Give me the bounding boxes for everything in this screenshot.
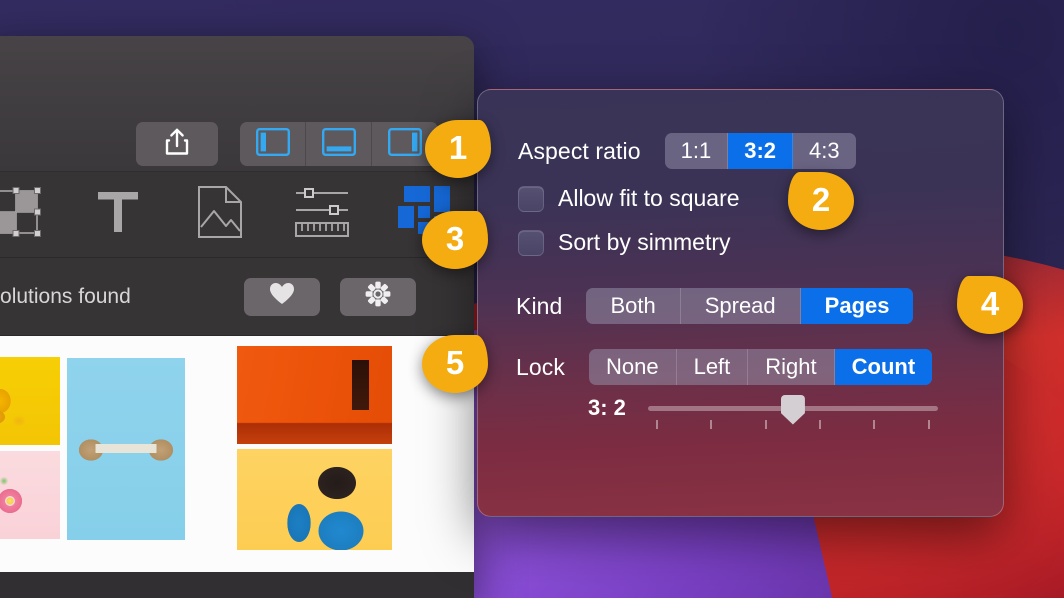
aspect-ratio-option-4-3[interactable]: 4:3 xyxy=(793,133,856,169)
aspect-ratio-row: Aspect ratio 1:1 3:2 4:3 xyxy=(518,133,856,169)
kind-row: Kind Both Spread Pages xyxy=(516,288,914,324)
screen: Export xyxy=(0,0,1064,598)
aspect-ratio-segmented-control: 1:1 3:2 4:3 xyxy=(664,133,856,169)
left-sidebar-toggle[interactable] xyxy=(240,122,306,166)
image-tool[interactable] xyxy=(192,185,248,244)
image-placeholder-icon xyxy=(196,185,244,244)
panel-left-icon xyxy=(255,127,290,161)
adjust-tool[interactable] xyxy=(294,187,350,243)
lock-option-none[interactable]: None xyxy=(589,349,677,385)
kind-segmented-control: Both Spread Pages xyxy=(586,288,914,324)
sort-by-simmetry-checkbox[interactable] xyxy=(518,229,544,256)
sort-by-simmetry-row[interactable]: Sort by simmetry xyxy=(518,229,731,256)
text-tool[interactable] xyxy=(90,187,146,243)
callout-badge-2: 2 xyxy=(788,172,854,230)
thumbnail-fortune-cookies[interactable] xyxy=(67,358,185,540)
status-bar: 0 solutions found xyxy=(0,258,474,336)
allow-fit-to-square-checkbox[interactable] xyxy=(518,185,544,212)
selection-grid-icon xyxy=(0,185,43,244)
window-toolbar: Export xyxy=(0,36,474,197)
share-upload-icon xyxy=(163,127,191,162)
ratio-slider-ticks xyxy=(648,419,938,429)
kind-option-spread[interactable]: Spread xyxy=(681,288,801,324)
panel-bottom-icon xyxy=(321,127,356,161)
thumbnail-pink-donut[interactable] xyxy=(0,451,60,539)
app-window: Export xyxy=(0,36,474,598)
settings-button[interactable] xyxy=(340,277,416,316)
allow-fit-to-square-label: Allow fit to square xyxy=(558,185,740,211)
kind-option-pages[interactable]: Pages xyxy=(800,288,914,324)
callout-badge-4: 4 xyxy=(957,276,1023,334)
callout-badge-5: 5 xyxy=(422,335,488,393)
layout-canvas[interactable] xyxy=(0,336,474,598)
thumbnail-person-yellow[interactable] xyxy=(237,449,392,550)
callout-badge-3: 3 xyxy=(422,211,488,269)
ratio-slider[interactable] xyxy=(647,394,938,429)
favorite-button[interactable] xyxy=(244,277,320,316)
callout-badge-1: 1 xyxy=(425,120,491,178)
layout-settings-popover: Aspect ratio 1:1 3:2 4:3 Allow fit to sq… xyxy=(477,89,1004,517)
selection-tool[interactable] xyxy=(0,187,44,243)
bottom-sidebar-toggle[interactable] xyxy=(306,122,372,166)
lock-option-right[interactable]: Right xyxy=(748,349,835,385)
window-bottom-bar xyxy=(0,572,474,598)
gear-icon xyxy=(365,281,391,312)
tool-strip xyxy=(0,172,474,258)
ratio-slider-row: 3: 2 xyxy=(588,394,938,429)
lock-row: Lock None Left Right Count xyxy=(516,349,933,385)
thumbnail-orange-door xyxy=(352,360,369,410)
thumbnail-yellow-peppers[interactable] xyxy=(0,357,60,445)
kind-label: Kind xyxy=(516,292,563,319)
kind-option-both[interactable]: Both xyxy=(586,288,681,324)
text-t-icon xyxy=(94,186,142,243)
aspect-ratio-label: Aspect ratio xyxy=(518,137,641,164)
solutions-count-label: 0 solutions found xyxy=(0,284,131,308)
aspect-ratio-option-1-1[interactable]: 1:1 xyxy=(665,133,729,169)
lock-option-count[interactable]: Count xyxy=(834,349,933,385)
lock-option-left[interactable]: Left xyxy=(677,349,749,385)
export-button[interactable] xyxy=(136,122,218,166)
sidebar-toggle-group xyxy=(240,122,438,166)
sort-by-simmetry-label: Sort by simmetry xyxy=(558,229,731,255)
aspect-ratio-option-3-2[interactable]: 3:2 xyxy=(728,133,794,169)
panel-right-icon xyxy=(388,127,423,161)
lock-segmented-control: None Left Right Count xyxy=(588,349,933,385)
ratio-slider-value: 3: 2 xyxy=(588,395,626,420)
lock-label: Lock xyxy=(516,353,565,380)
heart-icon xyxy=(269,282,295,311)
allow-fit-to-square-row[interactable]: Allow fit to square xyxy=(518,185,740,212)
sliders-ruler-icon xyxy=(294,185,350,244)
